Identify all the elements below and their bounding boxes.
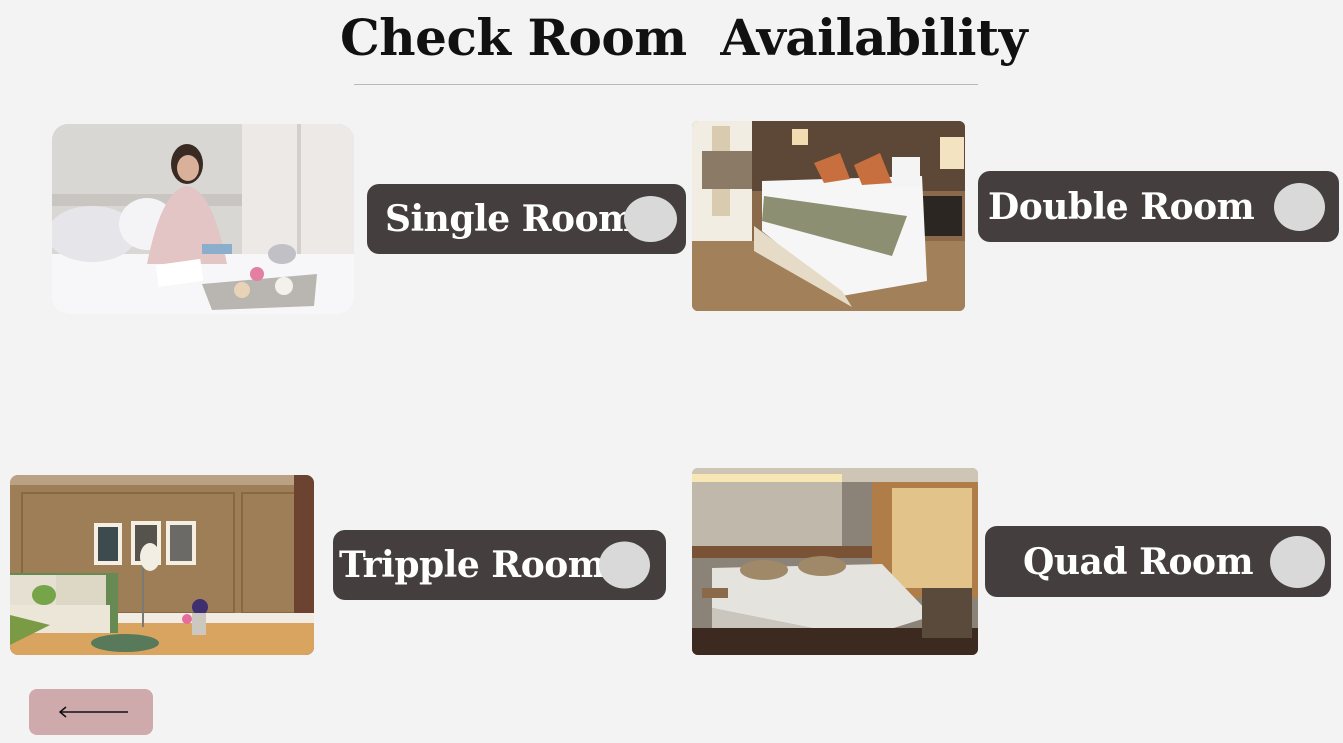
double-room-option[interactable]: Double Room: [978, 171, 1339, 242]
single-room-toggle[interactable]: [624, 196, 677, 242]
single-room-label: Single Room: [385, 198, 636, 240]
page-title: Check Room Availability: [340, 8, 1028, 67]
quad-room-photo: [692, 468, 978, 655]
arrow-left-icon: [58, 706, 128, 718]
single-room-option[interactable]: Single Room: [367, 184, 686, 254]
single-room-photo: [52, 124, 354, 314]
back-button[interactable]: [29, 689, 153, 735]
title-divider: [354, 84, 978, 85]
tripple-room-label: Tripple Room: [339, 544, 606, 586]
double-room-label: Double Room: [988, 185, 1255, 228]
double-room-toggle[interactable]: [1274, 182, 1325, 231]
tripple-room-toggle[interactable]: [599, 541, 650, 589]
tripple-room-photo: [10, 475, 314, 655]
double-room-photo: [692, 121, 965, 311]
quad-room-option[interactable]: Quad Room: [985, 526, 1331, 597]
tripple-room-option[interactable]: Tripple Room: [333, 530, 666, 600]
quad-room-toggle[interactable]: [1270, 535, 1325, 588]
quad-room-label: Quad Room: [1023, 540, 1254, 583]
